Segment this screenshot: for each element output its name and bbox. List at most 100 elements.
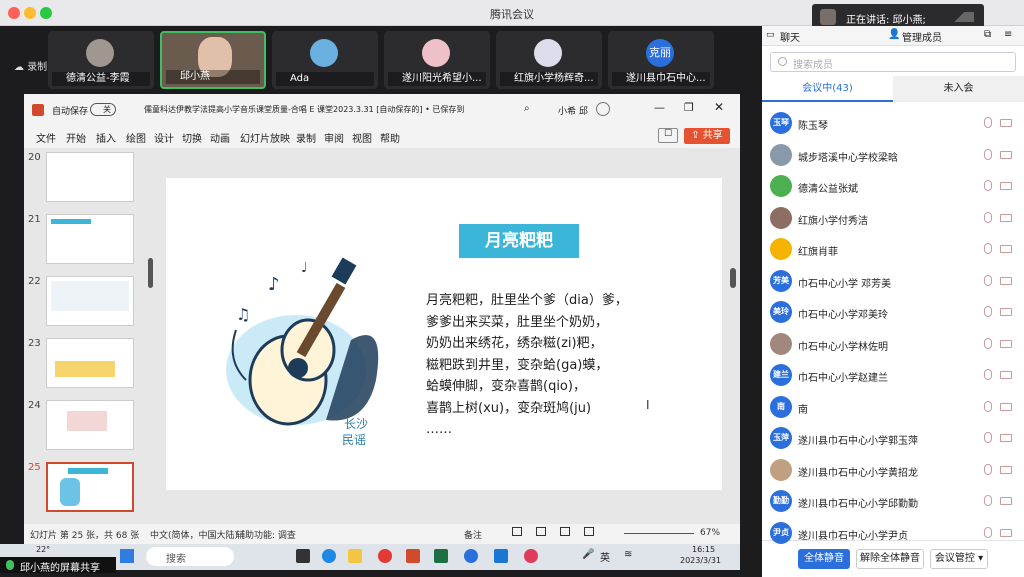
- camera-off-icon[interactable]: [1000, 497, 1012, 505]
- member-row[interactable]: 勤勤 遂川县巾石中心小学邱勤勤: [762, 486, 1024, 517]
- file-explorer-icon[interactable]: [348, 549, 362, 563]
- mic-muted-icon[interactable]: [984, 274, 992, 286]
- tencent-meeting-icon[interactable]: [464, 549, 478, 563]
- slideshow-view-icon[interactable]: [584, 527, 594, 536]
- excel-icon[interactable]: [434, 549, 448, 563]
- member-row[interactable]: 建兰 巾石中心小学赵建兰: [762, 360, 1024, 391]
- participant-tile-active[interactable]: 邱小燕: [160, 31, 266, 89]
- menu-slideshow[interactable]: 幻灯片放映: [240, 130, 290, 145]
- tab-not-joined[interactable]: 未入会: [893, 76, 1024, 102]
- camera-off-icon[interactable]: [1000, 434, 1012, 442]
- mic-muted-icon[interactable]: [984, 180, 992, 191]
- member-row[interactable]: 尹贞 遂川县巾石中心小学尹贞: [762, 518, 1024, 549]
- tab-in-meeting[interactable]: 会议中(43): [762, 76, 893, 102]
- camera-off-icon[interactable]: [1000, 119, 1012, 127]
- camera-off-icon[interactable]: [1000, 402, 1012, 411]
- slide-thumbnail[interactable]: [46, 276, 134, 326]
- mic-muted-icon[interactable]: [984, 400, 992, 412]
- slide-scrollbar[interactable]: [730, 268, 736, 288]
- member-row[interactable]: 遂川县巾石中心小学黄招龙: [762, 455, 1024, 486]
- member-row[interactable]: 红旗小学付秀洁: [762, 203, 1024, 234]
- normal-view-icon[interactable]: [512, 527, 522, 536]
- ime-indicator[interactable]: 英: [600, 549, 610, 564]
- autosave-toggle[interactable]: 关: [90, 103, 116, 116]
- app-icon[interactable]: [494, 549, 508, 563]
- camera-off-icon[interactable]: [1000, 150, 1012, 159]
- camera-off-icon[interactable]: [1000, 213, 1012, 222]
- camera-off-icon[interactable]: [1000, 528, 1012, 537]
- clock-date[interactable]: 2023/3/31: [680, 556, 721, 565]
- mic-icon[interactable]: 🎤: [582, 549, 594, 560]
- camera-off-icon[interactable]: [1000, 339, 1012, 348]
- meeting-control-button[interactable]: 会议管控 ▾: [930, 549, 988, 569]
- member-row[interactable]: 巾石中心小学林佐明: [762, 329, 1024, 360]
- menu-file[interactable]: 文件: [36, 130, 56, 145]
- member-row[interactable]: 玉琴 陈玉琴: [762, 108, 1024, 139]
- slide-thumbnail[interactable]: [46, 400, 134, 450]
- mic-muted-icon[interactable]: [984, 526, 992, 538]
- member-row[interactable]: 城步塔溪中心学校梁晗: [762, 140, 1024, 171]
- reading-view-icon[interactable]: [560, 527, 570, 536]
- taskbar-search[interactable]: 搜索: [146, 547, 234, 566]
- unmute-all-button[interactable]: 解除全体静音: [856, 549, 924, 569]
- minimize-icon[interactable]: —: [654, 101, 665, 114]
- camera-off-icon[interactable]: [1000, 182, 1012, 190]
- slide-thumbnail[interactable]: [46, 338, 134, 388]
- task-view-icon[interactable]: [296, 549, 310, 563]
- slide-thumbnail[interactable]: [46, 214, 134, 264]
- start-icon[interactable]: [120, 549, 134, 563]
- popout-icon[interactable]: ⧉: [984, 29, 991, 40]
- mute-all-button[interactable]: 全体静音: [798, 549, 850, 569]
- tab-manage-members[interactable]: 管理成员: [902, 29, 942, 44]
- edge-icon[interactable]: [322, 549, 336, 563]
- zoom-slider[interactable]: [624, 533, 694, 534]
- participant-tile[interactable]: 遂川阳光希望小...: [384, 31, 490, 89]
- mic-muted-icon[interactable]: [984, 432, 992, 443]
- sorter-view-icon[interactable]: [536, 527, 546, 536]
- member-row[interactable]: 美玲 巾石中心小学邓美玲: [762, 297, 1024, 328]
- accessibility-status[interactable]: 辅助功能: 调查: [236, 528, 296, 541]
- slide-thumbnail-selected[interactable]: [46, 462, 134, 512]
- camera-off-icon[interactable]: [1000, 465, 1012, 474]
- participant-tile[interactable]: 克丽 遂川县巾石中心...: [608, 31, 714, 89]
- member-row[interactable]: 玉萍 遂川县巾石中心小学郭玉萍: [762, 423, 1024, 454]
- zoom-level[interactable]: 67%: [700, 528, 720, 538]
- restore-icon[interactable]: ❐: [684, 101, 694, 114]
- record-app-icon[interactable]: [524, 549, 538, 563]
- mic-muted-icon[interactable]: [984, 243, 992, 254]
- camera-off-icon[interactable]: [1000, 371, 1012, 379]
- menu-home[interactable]: 开始: [66, 130, 86, 145]
- language-status[interactable]: 中文(简体，中国大陆): [150, 528, 238, 541]
- participant-tile[interactable]: 红旗小学杨辉奇...: [496, 31, 602, 89]
- mic-muted-icon[interactable]: [984, 117, 992, 128]
- share-button[interactable]: ⇪ 共享: [684, 128, 730, 144]
- mic-muted-icon[interactable]: [984, 369, 992, 380]
- weather-temp[interactable]: 22°: [36, 545, 50, 554]
- more-icon[interactable]: ≡: [1004, 29, 1012, 40]
- menu-help[interactable]: 帮助: [380, 130, 400, 145]
- powerpoint-taskbar-icon[interactable]: [406, 549, 420, 563]
- mic-muted-icon[interactable]: [984, 463, 992, 475]
- mic-muted-icon[interactable]: [984, 495, 992, 506]
- comments-icon[interactable]: ☐: [658, 128, 678, 143]
- thumbnail-scrollbar[interactable]: [148, 258, 153, 288]
- clock-time[interactable]: 16:15: [692, 545, 715, 554]
- chrome-icon[interactable]: [378, 549, 392, 563]
- participant-tile[interactable]: 德清公益-李霞: [48, 31, 154, 89]
- menu-view[interactable]: 视图: [352, 130, 372, 145]
- member-row[interactable]: 红旗肖菲: [762, 234, 1024, 265]
- menu-design[interactable]: 设计: [154, 130, 174, 145]
- mic-muted-icon[interactable]: [984, 211, 992, 223]
- slide-thumbnail[interactable]: [46, 152, 134, 202]
- menu-transitions[interactable]: 切换: [182, 130, 202, 145]
- mic-muted-icon[interactable]: [984, 337, 992, 349]
- wifi-icon[interactable]: ≋: [624, 549, 632, 560]
- participant-tile[interactable]: Ada: [272, 31, 378, 89]
- menu-insert[interactable]: 插入: [96, 130, 116, 145]
- close-icon[interactable]: ✕: [714, 100, 724, 114]
- menu-draw[interactable]: 绘图: [126, 130, 146, 145]
- tab-chat[interactable]: 聊天: [780, 29, 800, 44]
- camera-off-icon[interactable]: [1000, 245, 1012, 253]
- member-row[interactable]: 德清公益张斌: [762, 171, 1024, 202]
- member-search-input[interactable]: 搜索成员: [770, 52, 1016, 72]
